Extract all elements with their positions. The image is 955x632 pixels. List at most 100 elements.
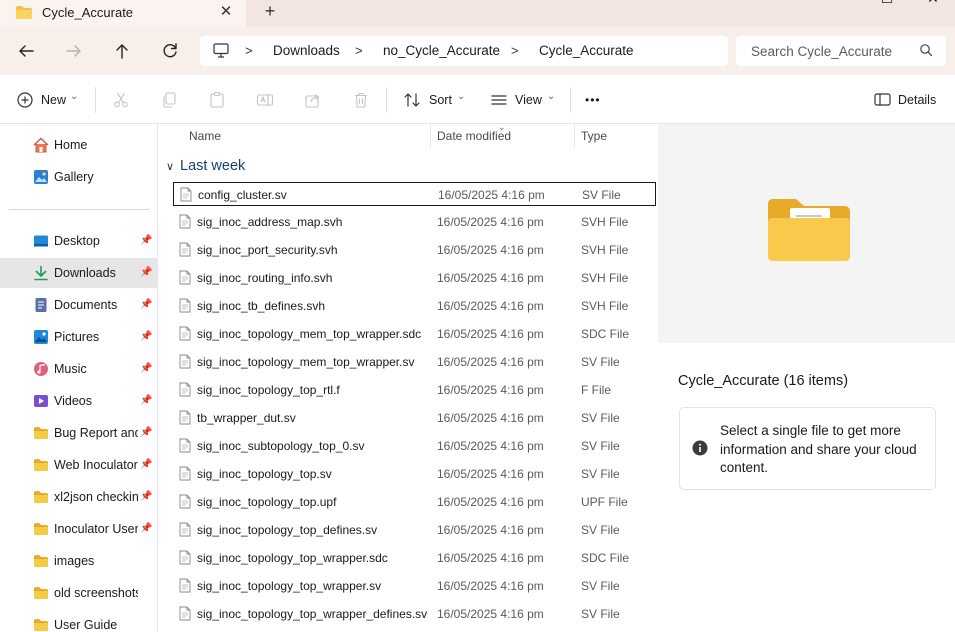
sidebar-item-bug-report[interactable]: Bug Report and 📌 [0,418,157,448]
pin-icon[interactable]: 📌 [140,331,152,342]
sidebar-item-images[interactable]: images [0,546,157,576]
sidebar-item-inoculator-user[interactable]: Inoculator User I 📌 [0,514,157,544]
search-icon[interactable] [919,43,933,60]
file-icon [179,326,191,344]
file-name: sig_inoc_topology_top_wrapper.sv [197,579,382,593]
file-row[interactable]: sig_inoc_topology_top_wrapper.sv 16/05/20… [173,574,656,598]
details-message: Select a single file to get more informa… [720,423,917,475]
file-row[interactable]: sig_inoc_tb_defines.svh 16/05/2025 4:16 p… [173,294,656,318]
column-divider[interactable] [430,124,431,148]
sidebar-item-label: Downloads [54,266,116,280]
file-date-modified: 16/05/2025 4:16 pm [437,355,544,369]
file-row[interactable]: sig_inoc_topology_mem_top_wrapper.sdc 16/… [173,322,656,346]
file-row[interactable]: sig_inoc_port_security.svh 16/05/2025 4:1… [173,238,656,262]
new-button[interactable]: New ⌄ [16,75,78,124]
pin-icon[interactable]: 📌 [140,523,152,534]
file-name: config_cluster.sv [198,188,287,202]
breadcrumb-separator: > [511,43,519,58]
search-input[interactable]: Search Cycle_Accurate [736,36,946,66]
view-button[interactable]: View ⌄ [490,75,555,124]
cut-icon[interactable] [112,91,130,109]
share-icon[interactable] [304,91,322,109]
more-options-button[interactable]: ••• [585,75,601,124]
info-icon [692,440,708,459]
sidebar-item-documents[interactable]: Documents 📌 [0,290,157,320]
sidebar-item-desktop[interactable]: Desktop 📌 [0,226,157,256]
delete-icon[interactable] [352,91,370,109]
details-pane-icon [874,91,891,108]
rename-icon[interactable] [256,91,274,109]
sidebar-item-web-inoculator[interactable]: Web Inoculator 📌 [0,450,157,480]
copy-icon[interactable] [160,91,178,109]
file-icon [179,410,191,428]
minimize-button[interactable]: — [825,0,855,8]
maximize-button[interactable]: ☐ [872,0,902,8]
breadcrumb-no-cycle-accurate[interactable]: no_Cycle_Accurate [383,43,500,58]
file-name: sig_inoc_subtopology_top_0.sv [197,439,365,453]
file-type: SV File [581,439,620,453]
pin-icon[interactable]: 📌 [140,267,152,278]
pin-icon[interactable]: 📌 [140,299,152,310]
file-row[interactable]: sig_inoc_topology_top.sv 16/05/2025 4:16 … [173,462,656,486]
file-type: SVH File [581,215,629,229]
sidebar-item-home[interactable]: Home [0,130,157,160]
sort-button[interactable]: Sort ⌄ [403,75,465,124]
view-label: View [515,92,542,107]
up-arrow-icon[interactable] [110,39,134,63]
file-type: F File [581,383,611,397]
column-header-date-modified[interactable]: Date modified [437,129,511,143]
large-folder-icon [766,196,852,267]
tab-close-icon[interactable]: ✕ [217,2,235,20]
file-type: SV File [582,188,621,202]
column-header-name[interactable]: Name [189,129,221,143]
tab-cycle-accurate[interactable]: Cycle_Accurate ✕ [0,0,246,27]
file-row[interactable]: sig_inoc_topology_top_rtl.f 16/05/2025 4:… [173,378,656,402]
sidebar-item-xl2json-checking[interactable]: xl2json checking 📌 [0,482,157,512]
refresh-icon[interactable] [158,39,182,63]
sidebar-item-label: Desktop [54,234,100,248]
pin-icon[interactable]: 📌 [140,235,152,246]
pin-icon[interactable]: 📌 [140,459,152,470]
file-row[interactable]: tb_wrapper_dut.sv 16/05/2025 4:16 pm SV Fi… [173,406,656,430]
file-row[interactable]: sig_inoc_topology_top.upf 16/05/2025 4:16… [173,490,656,514]
sidebar-item-downloads[interactable]: Downloads 📌 [0,258,157,288]
pin-icon[interactable]: 📌 [140,363,152,374]
sidebar-item-gallery[interactable]: Gallery [0,162,157,192]
new-tab-icon[interactable]: + [261,1,279,22]
breadcrumb-downloads[interactable]: Downloads [273,43,340,58]
group-collapse-chevron-icon[interactable]: ∨ [166,160,174,173]
sidebar-item-old-screenshots[interactable]: old screenshots [0,578,157,608]
details-button[interactable]: Details [874,75,936,124]
sidebar-item-pictures[interactable]: Pictures 📌 [0,322,157,352]
breadcrumb[interactable]: > Downloads > no_Cycle_Accurate > Cycle_… [200,36,728,66]
file-name: sig_inoc_topology_top_wrapper_defines.sv [197,607,428,621]
file-row[interactable]: sig_inoc_topology_top_defines.sv 16/05/20… [173,518,656,542]
pin-icon[interactable]: 📌 [140,427,152,438]
breadcrumb-cycle-accurate[interactable]: Cycle_Accurate [539,43,634,58]
forward-arrow-icon[interactable] [62,39,86,63]
file-icon [179,494,191,512]
group-header-last-week[interactable]: Last week [180,158,245,174]
file-row[interactable]: sig_inoc_topology_mem_top_wrapper.sv 16/0… [173,350,656,374]
paste-icon[interactable] [208,91,226,109]
file-type: SDC File [581,327,630,341]
view-icon [490,91,508,109]
file-row[interactable]: config_cluster.sv 16/05/2025 4:16 pm SV Fi… [173,182,656,206]
file-row[interactable]: sig_inoc_routing_info.svh 16/05/2025 4:16… [173,266,656,290]
file-row[interactable]: sig_inoc_address_map.svh 16/05/2025 4:16 … [173,210,656,234]
sidebar-item-videos[interactable]: Videos 📌 [0,386,157,416]
file-row[interactable]: sig_inoc_topology_top_wrapper.sdc 16/05/2… [173,546,656,570]
file-name: tb_wrapper_dut.sv [197,411,296,425]
this-pc-icon[interactable] [213,43,229,61]
file-row[interactable]: sig_inoc_topology_top_wrapper_defines.sv… [173,602,656,626]
file-row[interactable]: sig_inoc_subtopology_top_0.sv 16/05/2025 … [173,434,656,458]
pin-icon[interactable]: 📌 [140,395,152,406]
window-close-button[interactable]: ✕ [918,0,948,8]
pin-icon[interactable]: 📌 [140,491,152,502]
column-header-type[interactable]: Type [581,129,607,143]
sidebar-item-user-guide[interactable]: User Guide [0,610,157,632]
sidebar-item-music[interactable]: Music 📌 [0,354,157,384]
chevron-down-icon: ⌄ [70,91,79,102]
back-arrow-icon[interactable] [14,39,38,63]
column-divider[interactable] [574,124,575,148]
